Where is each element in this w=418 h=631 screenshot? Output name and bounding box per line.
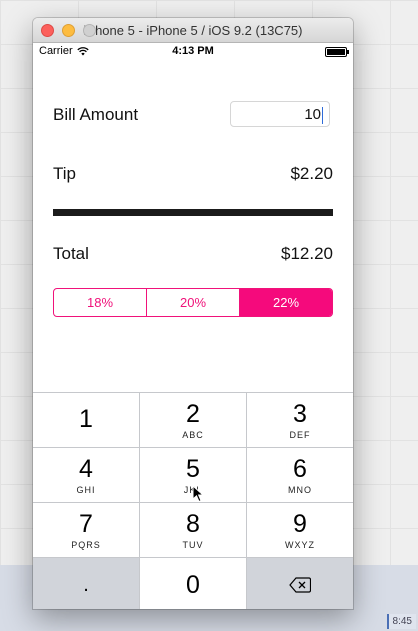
minimize-button[interactable] bbox=[62, 24, 75, 37]
bill-amount-value: 10 bbox=[304, 106, 321, 123]
key-2[interactable]: 2 ABC bbox=[139, 393, 246, 447]
key-3[interactable]: 3 DEF bbox=[246, 393, 353, 447]
tip-percentage-control: 18% 20% 22% bbox=[53, 288, 333, 317]
bill-amount-field[interactable]: 10 bbox=[230, 101, 330, 127]
tip-option-18[interactable]: 18% bbox=[54, 289, 146, 316]
key-6[interactable]: 6 MNO bbox=[246, 448, 353, 502]
window-titlebar: iPhone 5 - iPhone 5 / iOS 9.2 (13C75) bbox=[33, 18, 353, 43]
key-letters: TUV bbox=[182, 539, 204, 550]
key-digit: 7 bbox=[79, 509, 93, 538]
window-title: iPhone 5 - iPhone 5 / iOS 9.2 (13C75) bbox=[83, 22, 303, 38]
key-letters: GHI bbox=[76, 484, 96, 495]
total-label: Total bbox=[53, 244, 89, 263]
tip-option-20[interactable]: 20% bbox=[146, 289, 239, 316]
text-caret bbox=[322, 106, 323, 124]
key-digit: 2 bbox=[186, 399, 200, 428]
total-value: $12.20 bbox=[281, 244, 333, 263]
key-digit: 0 bbox=[186, 570, 200, 599]
key-letters: PQRS bbox=[71, 539, 101, 550]
key-7[interactable]: 7 PQRS bbox=[33, 503, 139, 557]
close-button[interactable] bbox=[41, 24, 54, 37]
key-letters: MNO bbox=[288, 484, 312, 495]
battery-icon bbox=[325, 47, 349, 57]
divider-bar bbox=[53, 209, 333, 216]
window-controls bbox=[41, 24, 96, 37]
bill-amount-label: Bill Amount bbox=[53, 105, 139, 124]
key-digit: . bbox=[83, 573, 89, 596]
status-time: 4:13 PM bbox=[172, 45, 214, 57]
key-digit: 8 bbox=[186, 509, 200, 538]
key-decimal[interactable]: . bbox=[33, 558, 139, 609]
key-letters: DEF bbox=[289, 429, 311, 440]
key-4[interactable]: 4 GHI bbox=[33, 448, 139, 502]
simulator-window: iPhone 5 - iPhone 5 / iOS 9.2 (13C75) Ca… bbox=[33, 18, 353, 609]
tip-option-22[interactable]: 22% bbox=[239, 289, 332, 316]
key-letters: ABC bbox=[182, 429, 204, 440]
key-digit: 4 bbox=[79, 454, 93, 483]
key-digit: 5 bbox=[186, 454, 200, 483]
key-delete[interactable] bbox=[246, 558, 353, 609]
key-1[interactable]: 1 bbox=[33, 393, 139, 447]
tip-label: Tip bbox=[53, 164, 76, 183]
key-8[interactable]: 8 TUV bbox=[139, 503, 246, 557]
tip-value: $2.20 bbox=[290, 164, 333, 183]
key-digit: 6 bbox=[293, 454, 307, 483]
backspace-icon bbox=[289, 577, 311, 593]
key-digit: 1 bbox=[79, 404, 93, 433]
status-bar: Carrier 4:13 PM bbox=[33, 43, 353, 59]
key-digit: 9 bbox=[293, 509, 307, 538]
key-letters: WXYZ bbox=[285, 539, 315, 550]
zoom-button[interactable] bbox=[83, 24, 96, 37]
mouse-pointer-icon bbox=[192, 485, 205, 503]
desktop-clock: 8:45 bbox=[386, 614, 416, 629]
key-digit: 3 bbox=[293, 399, 307, 428]
key-9[interactable]: 9 WXYZ bbox=[246, 503, 353, 557]
key-0[interactable]: 0 bbox=[139, 558, 246, 609]
